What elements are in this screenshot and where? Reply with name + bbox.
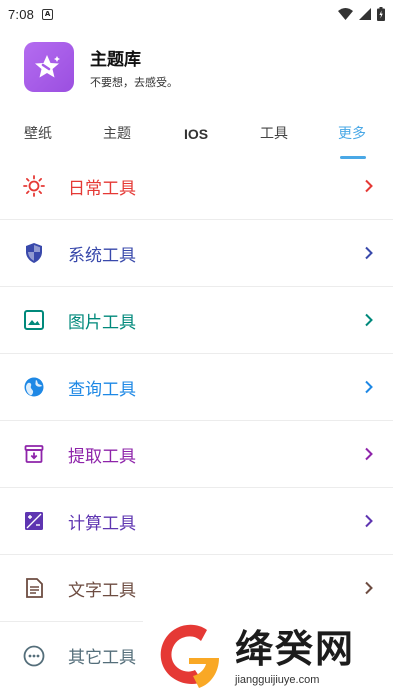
notification-icon: A [42,8,54,20]
list-item-daily-tools[interactable]: 日常工具 [0,153,393,220]
chevron-right-icon [365,313,373,327]
star-wand-icon [35,55,60,78]
app-title: 主题库 [90,49,141,70]
list-item-label: 提取工具 [68,446,136,467]
list-item-label: 图片工具 [68,312,136,333]
list-item-label: 计算工具 [68,513,136,534]
watermark-title: 绛癸网 [235,627,356,671]
chevron-right-icon [365,514,373,528]
app-logo [24,42,74,92]
list-item-label: 其它工具 [68,648,136,668]
watermark-url: jiangguijiuye.com [235,674,320,686]
wifi-icon [338,8,353,20]
tab-more[interactable]: 更多 [338,118,366,150]
tab-wallpaper[interactable]: 壁纸 [24,118,52,150]
globe-icon [23,376,45,398]
tab-theme[interactable]: 主题 [103,118,131,150]
chevron-right-icon [365,179,373,193]
chevron-right-icon [365,380,373,394]
status-time: 7:08 [8,6,35,22]
app-subtitle: 不要想，去感受。 [90,75,178,89]
list-item-system-tools[interactable]: 系统工具 [0,220,393,287]
status-bar: 7:08 A [0,0,393,28]
tool-list: 日常工具 系统工具 图片工具 查询工具 提取工具 计算工具 文字工具 其它工具 [0,153,393,689]
list-item-extract-tools[interactable]: 提取工具 [0,421,393,488]
calculator-icon [23,510,45,532]
archive-icon [23,443,45,465]
list-item-label: 文字工具 [68,580,136,601]
chevron-right-icon [365,581,373,595]
tab-ios[interactable]: IOS [184,118,208,150]
battery-icon [377,7,385,21]
list-item-image-tools[interactable]: 图片工具 [0,287,393,354]
more-icon [23,645,45,667]
list-item-label: 系统工具 [68,245,136,266]
list-item-label: 查询工具 [68,379,136,400]
app-info: 主题库 不要想，去感受。 [90,45,178,90]
image-icon [23,309,45,331]
tab-tools[interactable]: 工具 [260,118,288,150]
list-item-query-tools[interactable]: 查询工具 [0,354,393,421]
list-item-calc-tools[interactable]: 计算工具 [0,488,393,555]
list-item-label: 日常工具 [68,178,136,199]
app-header: 主题库 不要想，去感受。 [24,42,178,92]
watermark: 绛癸网 jiangguijiuye.com [143,612,393,700]
shield-icon [23,242,45,264]
signal-icon [359,8,371,20]
sun-icon [23,175,45,197]
chevron-right-icon [365,246,373,260]
chevron-right-icon [365,447,373,461]
status-icons [338,7,385,21]
document-icon [23,577,45,599]
watermark-logo [160,624,219,688]
